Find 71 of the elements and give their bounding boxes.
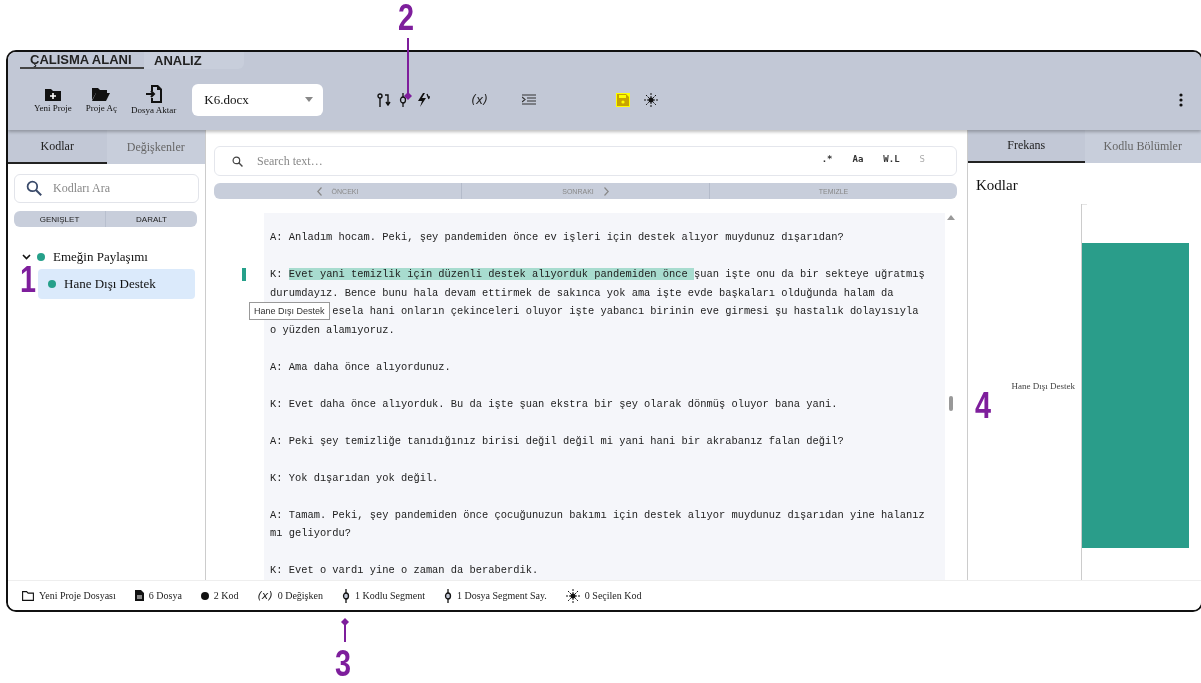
sidebar-tab[interactable]: Değişkenler <box>106 130 205 164</box>
panel-title: Kodlar <box>976 177 1019 194</box>
tree-button[interactable]: GENIŞLET <box>14 211 105 227</box>
transcript-line: K: Evet o vardı yine o zaman da beraberdik. <box>270 563 539 578</box>
folder-plus-icon <box>44 86 61 101</box>
status-text: 1 Dosya Segment Say. <box>456 590 547 601</box>
status-text: 1 Kodlu Segment <box>354 590 425 601</box>
import-file-icon <box>145 84 162 103</box>
segment-icon <box>443 588 452 603</box>
transcript-line: K: Evet yani temizlik için düzenli destek alıyorduk pandemiden önce şuan işte onu da bir sekteye uğratmış <box>270 267 925 282</box>
code-item-row[interactable]: Hane Dışı Destek <box>38 269 195 299</box>
transcript-line: o yüzden alamıyoruz. <box>270 322 395 338</box>
tooltip: Hane Dışı Destek <box>249 302 330 320</box>
transcript-line: K: Evet daha önce alıyorduk. Bu da işte şuan ekstra bir şey olarak dönmüş oluyor bana yani. <box>270 396 838 412</box>
status-text: 0 Değişken <box>277 590 323 601</box>
chevron-left-icon <box>316 186 322 196</box>
code-label: Hane Dışı Destek <box>63 276 157 292</box>
status-text: 2 Kod <box>213 590 239 601</box>
scroll-up-icon[interactable] <box>947 215 955 220</box>
panel-tab[interactable]: Kodlu Bölümler <box>1084 130 1201 163</box>
toolbar-button[interactable]: Dosya Aktar <box>131 84 177 115</box>
annotation-arrow <box>404 38 412 102</box>
workspace-tab[interactable]: ANALIZ <box>144 52 244 69</box>
lightning-icon[interactable] <box>417 92 432 107</box>
chevron-icon[interactable] <box>22 254 31 260</box>
transcript-line: A: Ama daha önce alıyordunuz. <box>270 359 451 375</box>
segment-icon[interactable] <box>399 92 408 107</box>
file-icon <box>134 590 144 601</box>
transcript-line: A: Tamam. Peki, şey pandemiden önce çocuğunuzun bakımı için destek alıyor muydunuz dışarıdan yine halanız <box>270 507 925 523</box>
code-dot-icon <box>48 280 56 288</box>
search-option-button[interactable]: Aa <box>846 154 870 164</box>
more-icon[interactable] <box>1179 92 1183 107</box>
annotation-number: 3 <box>335 646 352 682</box>
folder-icon <box>22 590 34 601</box>
dot-icon <box>200 591 209 600</box>
annotation-arrow <box>341 618 349 642</box>
scrollbar-thumb[interactable] <box>949 396 953 411</box>
toolbar-button[interactable]: Yeni Proje <box>34 86 72 113</box>
code-item[interactable]: Emeğin Paylaşımı <box>51 249 150 265</box>
variable-button[interactable]: (x) <box>471 92 488 107</box>
transcript-line: A: Peki şey temizliğe tanıdığınız birisi değil değil mi yani hani bir akrabanız falan değil? <box>270 433 844 449</box>
segment-icon <box>341 588 350 603</box>
search-icon <box>26 180 42 196</box>
search-option-button[interactable]: .* <box>815 154 839 164</box>
transcript-line: A: Anladım hocam. Peki, şey pandemiden önce ev işleri için destek alıyor muydunuz dışarıdan? <box>270 230 844 245</box>
transcript-line: esela hani onların çekinceleri oluyor işte yabancı birinin eve girmesi şu hastalık dolayısıyla <box>332 304 919 319</box>
chevron-right-icon <box>603 186 609 196</box>
status-text: 0 Seçilen Kod <box>584 590 642 601</box>
sparkle-icon[interactable] <box>643 92 658 107</box>
annotation-number: 4 <box>975 388 992 424</box>
code-search-field[interactable]: Kodları Ara <box>14 174 199 203</box>
search-option-button[interactable]: W.L <box>877 154 906 164</box>
transcript-line: durumdayız. Bence bunu hala devam ettirmek de sakınca yok ama işte evde başkaları olduğunda halam da <box>270 285 894 301</box>
status-text: Yeni Proje Dosyası <box>39 590 116 601</box>
sparkle-icon <box>565 588 580 603</box>
search-icon <box>232 156 243 167</box>
code-dot-icon <box>37 253 45 261</box>
annotation-number: 2 <box>398 0 415 36</box>
open-folder-icon <box>92 86 111 101</box>
chart-label: Hane Dışı Destek <box>1011 381 1075 391</box>
toolbar-button[interactable]: Proje Aç <box>85 86 118 113</box>
branch-icon[interactable] <box>377 92 392 107</box>
transcript-line: K: Yok dışarıdan yok değil. <box>270 470 439 486</box>
variable-symbol: (x) <box>257 589 273 602</box>
tree-button[interactable]: DARALT <box>105 211 197 227</box>
caret-icon <box>305 97 314 102</box>
status-text: 6 Dosya <box>148 590 182 601</box>
transcript-line: mı geliyordu? <box>270 526 352 541</box>
annotation-number: 1 <box>20 262 37 298</box>
file-dropdown[interactable]: K6.docx <box>192 83 324 116</box>
indent-icon[interactable] <box>521 93 536 106</box>
